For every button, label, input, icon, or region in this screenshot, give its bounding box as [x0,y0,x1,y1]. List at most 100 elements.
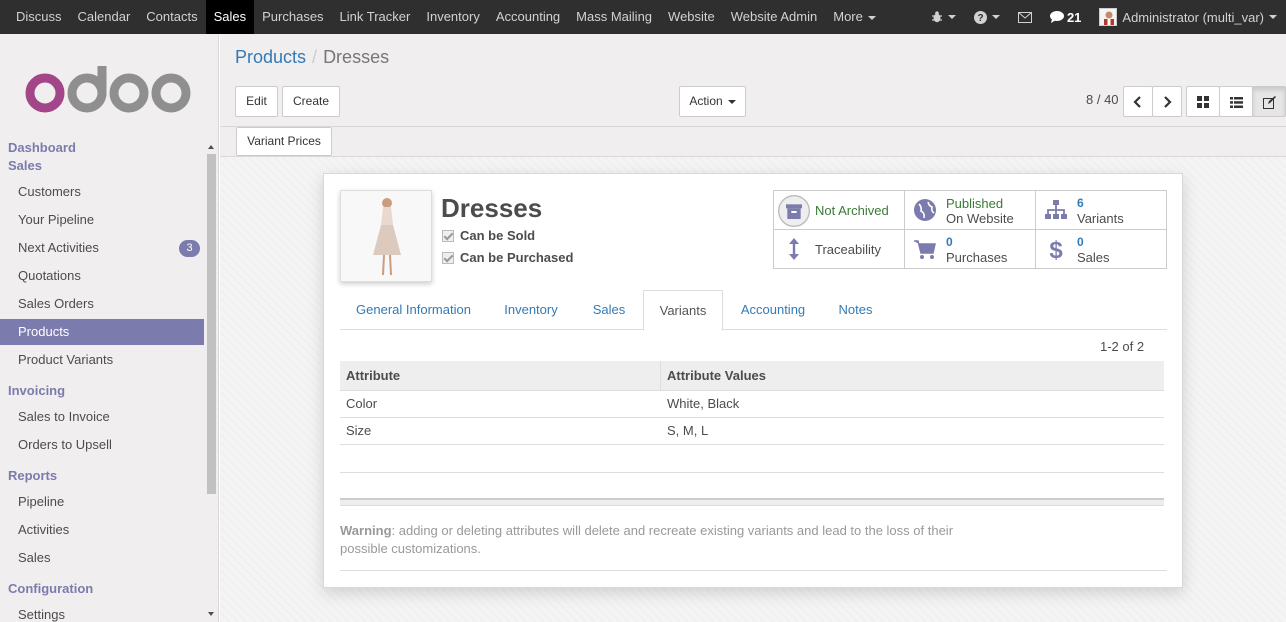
comment-icon [1049,11,1064,23]
cell-attribute-values: S, M, L [667,423,709,438]
warning-label: Warning [340,523,392,538]
variants-warning: Warning: adding or deleting attributes w… [340,522,970,558]
chevron-down-icon [867,15,876,20]
menu-sales[interactable]: Sales [205,0,255,34]
pager-value[interactable]: 8 / 40 [1086,92,1119,107]
tab-variants[interactable]: Variants [643,290,723,331]
menu-link-tracker[interactable]: Link Tracker [332,0,419,34]
list-view-button[interactable] [1219,86,1253,117]
sales-button[interactable]: $ 0 Sales [1036,230,1167,269]
activity-menu[interactable] [1009,0,1041,34]
dress-image-icon [341,191,431,281]
sidebar-item-sales-orders[interactable]: Sales Orders [0,291,204,317]
published-button[interactable]: Published On Website [905,191,1036,230]
can-be-sold-checkbox[interactable] [442,229,454,242]
action-dropdown[interactable]: Action [679,86,746,117]
cell-attribute-values: White, Black [667,396,740,411]
archive-toggle-button[interactable]: Not Archived [774,191,905,230]
envelope-icon [1017,11,1032,23]
menu-more[interactable]: More [825,0,884,34]
kanban-view-button[interactable] [1186,86,1220,117]
sidebar-item-customers[interactable]: Customers [0,179,204,205]
tab-general-information[interactable]: General Information [340,290,487,330]
sidebar-item-activities[interactable]: Activities [0,517,204,543]
chevron-down-icon [991,15,1000,19]
systray: ? 21 Administrator (multi_var) [922,0,1286,34]
sales-label: Sales [1077,250,1110,265]
sidebar-item-sales-to-invoice[interactable]: Sales to Invoice [0,404,204,430]
variant-prices-button[interactable]: Variant Prices [236,127,332,156]
menu-inventory[interactable]: Inventory [418,0,487,34]
variants-label: Variants [1077,211,1124,226]
user-menu[interactable]: Administrator (multi_var) [1090,0,1286,34]
menu-accounting[interactable]: Accounting [488,0,568,34]
scroll-down-arrow-icon[interactable] [208,612,214,616]
sidebar-scrollbar[interactable] [206,142,217,622]
edit-form-icon [1262,96,1276,109]
sidebar-item-orders-to-upsell[interactable]: Orders to Upsell [0,432,204,458]
menu-website[interactable]: Website [660,0,723,34]
sidebar-item-products[interactable]: Products [0,319,204,345]
debug-menu[interactable] [922,0,965,34]
can-be-purchased-checkbox[interactable] [442,251,454,264]
tab-notes[interactable]: Notes [823,290,888,330]
control-panel: Products / Dresses Edit Create Action 8 / … [220,34,1286,127]
sidebar-item-your-pipeline[interactable]: Your Pipeline [0,207,204,233]
chevron-left-icon [1133,96,1141,108]
form-view-button[interactable] [1252,86,1286,117]
app-menu: Discuss Calendar Contacts Sales Purchase… [0,0,884,34]
tab-accounting[interactable]: Accounting [723,290,823,330]
can-be-sold-field[interactable]: Can be Sold [442,228,535,243]
sidebar-item-product-variants[interactable]: Product Variants [0,347,204,373]
traceability-button[interactable]: Traceability [774,230,905,269]
list-pager[interactable]: 1-2 of 2 [1100,339,1144,354]
notebook-tabs: General Information Inventory Sales Vari… [340,290,1167,331]
activities-count-badge: 3 [179,240,200,257]
arrows-v-icon [789,238,799,260]
section-dashboard[interactable]: Dashboard [8,140,76,155]
menu-mass-mailing[interactable]: Mass Mailing [568,0,660,34]
pager-previous-button[interactable] [1123,86,1153,117]
menu-website-admin[interactable]: Website Admin [723,0,825,34]
edit-button[interactable]: Edit [235,86,278,117]
sidebar-item-next-activities[interactable]: Next Activities 3 [0,235,204,261]
breadcrumb-products[interactable]: Products [235,47,306,67]
help-menu[interactable]: ? [965,0,1009,34]
pager-next-button[interactable] [1152,86,1182,117]
odoo-logo[interactable] [24,66,194,117]
tab-inventory[interactable]: Inventory [487,290,575,330]
table-row[interactable]: Size S, M, L [340,418,1164,445]
menu-purchases[interactable]: Purchases [254,0,331,34]
purchases-label: Purchases [946,250,1008,265]
archive-icon [778,195,810,227]
chevron-down-icon [1269,15,1277,19]
table-row[interactable]: Color White, Black [340,391,1164,418]
tab-sales[interactable]: Sales [575,290,643,330]
sidebar-item-label: Next Activities [18,240,99,255]
sitemap-icon [1045,200,1067,219]
archive-status: Not Archived [815,203,889,218]
scroll-up-arrow-icon[interactable] [208,145,214,149]
column-header-attribute-values[interactable]: Attribute Values [661,361,1164,390]
sidebar-item-pipeline[interactable]: Pipeline [0,489,204,515]
chevron-right-icon [1164,96,1172,108]
menu-discuss[interactable]: Discuss [0,0,70,34]
menu-calendar[interactable]: Calendar [70,0,139,34]
sidebar-item-sales[interactable]: Sales [0,545,204,571]
messaging-menu[interactable]: 21 [1041,0,1090,34]
menu-contacts[interactable]: Contacts [138,0,205,34]
column-header-attribute[interactable]: Attribute [340,361,661,390]
purchases-button[interactable]: 0 Purchases [905,230,1036,269]
sidebar-item-settings[interactable]: Settings [0,602,204,622]
sidebar-item-quotations[interactable]: Quotations [0,263,204,289]
section-invoicing: Invoicing [8,383,66,398]
chevron-down-icon [727,99,736,104]
shopping-cart-icon [914,240,936,259]
table-header: Attribute Attribute Values [340,361,1164,391]
variants-button[interactable]: 6 Variants [1036,191,1167,230]
smart-buttons: Not Archived Published On Website 6 Vari… [773,190,1167,269]
scrollbar-thumb[interactable] [207,154,216,494]
can-be-purchased-field[interactable]: Can be Purchased [442,250,573,265]
product-image[interactable] [340,190,432,282]
create-button[interactable]: Create [282,86,340,117]
